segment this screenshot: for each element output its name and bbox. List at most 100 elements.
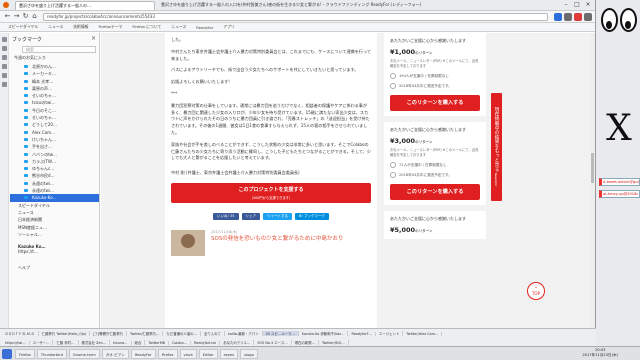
desktop-note[interactable]: at-tenzy-up@2018c 2017/11/ (599, 190, 640, 198)
window-list-item[interactable]: ユーザー… (30, 340, 54, 345)
window-list-item[interactable]: 全て入れて (201, 331, 225, 336)
sidebar-bookmark-item[interactable]: tsicoのtwi… (10, 99, 99, 106)
sidebar-bookmark-item[interactable]: 北原かのん… (10, 63, 99, 70)
sidebar-user[interactable]: Kazuko Ko… https://t… (18, 244, 96, 254)
scroll-thumb[interactable] (591, 153, 594, 183)
buy-reward-button[interactable]: このリターンを購入する (390, 95, 480, 111)
bookmark-item[interactable]: Readyfor (196, 25, 213, 30)
sidebar-bookmark-item[interactable]: 嶋本 光孝… (10, 78, 99, 85)
maximize-icon[interactable]: □ (573, 1, 581, 9)
close-icon[interactable]: × (91, 35, 96, 42)
sidebar-bookmark-item[interactable]: ゆちゃんc… (10, 165, 99, 172)
taskbar-item[interactable]: Firefox (157, 348, 178, 359)
sidebar-folder[interactable]: 今週のお気に入り (10, 53, 99, 63)
bookmark-item[interactable]: ニュース (171, 24, 186, 30)
sidebar-bookmark-item[interactable]: 永遠のtwi… (10, 180, 99, 187)
challenge-badge[interactable]: 現在挑戦中の結果をもっと見る Readyfor (491, 93, 502, 201)
window-list-item[interactable]: 現在の新規… (292, 340, 319, 345)
sidebar-bookmark-item[interactable]: 今日のそこ… (10, 107, 99, 114)
taskbar-item[interactable]: xlogo (239, 348, 258, 359)
bookmark-item[interactable]: アプリ (223, 24, 234, 30)
panel-icon[interactable] (1, 82, 7, 87)
library-icon[interactable] (564, 12, 572, 21)
window-list-item[interactable]: 仁藤夢乃 Twitter(Helio_Ojo) (39, 331, 91, 336)
panel-icon[interactable] (1, 37, 7, 42)
window-list-item[interactable]: あなたのクリエ… (220, 340, 255, 345)
window-list-item[interactable]: 総合 (132, 340, 146, 345)
window-list-item[interactable]: 仁藤 仲村… (53, 340, 79, 345)
close-icon[interactable]: × (584, 1, 592, 9)
window-list-item[interactable]: SOS No.3 エース… (254, 340, 292, 345)
download-icon[interactable] (554, 12, 562, 21)
window-list-item[interactable]: kizuna… (110, 340, 132, 345)
panel-icon[interactable] (1, 73, 7, 78)
sidebar-bookmark-item[interactable]: 熊谷市民d… (10, 172, 99, 179)
sidebar-bookmark-item[interactable]: 永遠のtwi… (10, 187, 99, 194)
window-list-item[interactable]: Twitter/仁藤夢乃… (127, 331, 164, 336)
sidebar-bookmark-item[interactable]: 栗原の声… (10, 85, 99, 92)
taskbar-item[interactable]: ガオ-ピアン (101, 348, 129, 359)
window-list-item[interactable]: [フ]警察庁仁藤夢乃 (90, 331, 127, 336)
window-list-item[interactable]: Twitter/ゆの… (319, 340, 349, 345)
panel-icon[interactable] (1, 64, 7, 69)
sidebar-user-link[interactable]: https://t… (18, 249, 38, 254)
sidebar-bookmark-item[interactable]: カラぶ(TW… (10, 158, 99, 165)
url-bar[interactable]: readyfor.jp/projects/colabo4cc/announcem… (43, 12, 548, 21)
browser-tab[interactable]: 豊沢さゆを盛り上げ活躍する一般人の… (15, 0, 155, 10)
sidebar-bookmark-item[interactable]: けいちゃん… (10, 136, 99, 143)
minimize-icon[interactable]: – (562, 1, 570, 9)
sidebar-search-input[interactable]: 検索 (22, 46, 96, 53)
window-list-item[interactable]: Twitter/Alex Cam… (403, 331, 443, 336)
window-list-item[interactable]: エージェント (376, 331, 404, 336)
panel-icon[interactable] (1, 55, 7, 60)
bookmark-item[interactable]: Firefoxテーマ (98, 24, 122, 30)
sidebar-bottom-label[interactable]: ヘルプ (10, 264, 99, 271)
sidebar-bookmark-item[interactable]: メーカーキ… (10, 70, 99, 77)
taskbar-item[interactable]: xeyes (219, 348, 238, 359)
sidebar-bookmark-item[interactable]: 手を出さ… (10, 143, 99, 150)
taskbar-item[interactable]: Editor (198, 348, 218, 359)
bookmark-item[interactable]: ニュース (48, 24, 63, 30)
sidebar-section[interactable]: スピードダイヤル (10, 202, 99, 209)
window-list-item[interactable]: 株式会社 Zen… (79, 340, 111, 345)
window-list-item[interactable]: Colabo… (169, 340, 192, 345)
related-post[interactable]: 2017/11/16(木) SOSの発信を恐いもの少女と繋がるために中島かおり (171, 229, 371, 256)
forward-icon[interactable]: → (12, 12, 21, 21)
window-list-item[interactable]: kalifa-最新・アパン (225, 331, 263, 336)
sidebar-section[interactable]: 日本経済新聞 (10, 216, 99, 223)
window-list-item[interactable]: ReadyforF… (348, 331, 377, 336)
taskbar-item[interactable]: Thunderbird (36, 348, 67, 359)
bookmark-item[interactable]: Firefox について (132, 24, 161, 30)
sidebar-bookmark-item[interactable]: ババンのtw… (10, 151, 99, 158)
home-icon[interactable]: ⌂ (30, 12, 39, 21)
window-list-item[interactable]: 20 スピ…ルーラ… (262, 331, 299, 336)
related-title[interactable]: SOSの発信を恐いもの少女と繋がるために中島かおり (211, 235, 343, 243)
sidebar-bookmark-item[interactable]: どうして20… (10, 121, 99, 128)
desktop-note[interactable]: d-tweet-admin@gulp.io.jp (599, 178, 640, 186)
window-list-item[interactable]: TwitterMB (145, 340, 169, 345)
share-button[interactable]: ツイートする (263, 212, 293, 220)
sidebar-bookmark-item[interactable]: せいのちゃ… (10, 92, 99, 99)
reload-icon[interactable]: ↻ (21, 12, 30, 21)
extension-icon[interactable] (574, 12, 582, 21)
window-list-item[interactable]: ＤＤＤＴＦＢ-Ｍ-Ｄ (2, 331, 39, 336)
page-scrollbar[interactable] (591, 33, 595, 328)
bookmark-item[interactable]: スピードダイヤル (8, 24, 38, 30)
window-list-item[interactable]: ReadyforLive (191, 340, 221, 345)
window-list-item[interactable]: ただ普通の人達の… (163, 331, 201, 336)
buy-reward-button[interactable]: このリターンを購入する (390, 184, 480, 200)
back-to-top-button[interactable]: ⌃ TOP (527, 282, 545, 300)
back-icon[interactable]: ← (3, 12, 12, 21)
taskbar-item[interactable]: ReadyFor (130, 348, 156, 359)
support-project-button[interactable]: このプロジェクトを支援する (500円から支援できます) (171, 182, 371, 203)
related-thumbnail[interactable] (171, 229, 205, 256)
sidebar-section[interactable]: MSN産経ニュ… (10, 224, 99, 231)
bookmark-item[interactable]: 技術情報 (73, 24, 88, 30)
sidebar-section[interactable]: ソーシャル… (10, 231, 99, 238)
start-menu-icon[interactable] (2, 348, 12, 359)
taskbar-item[interactable]: Firefox (15, 348, 35, 359)
sidebar-section[interactable]: ニュース (10, 209, 99, 216)
sidebar-bookmark-item[interactable]: せいのちゃ… (10, 114, 99, 121)
share-button[interactable]: いいね! 35 (213, 212, 239, 220)
menu-icon[interactable] (584, 12, 592, 21)
